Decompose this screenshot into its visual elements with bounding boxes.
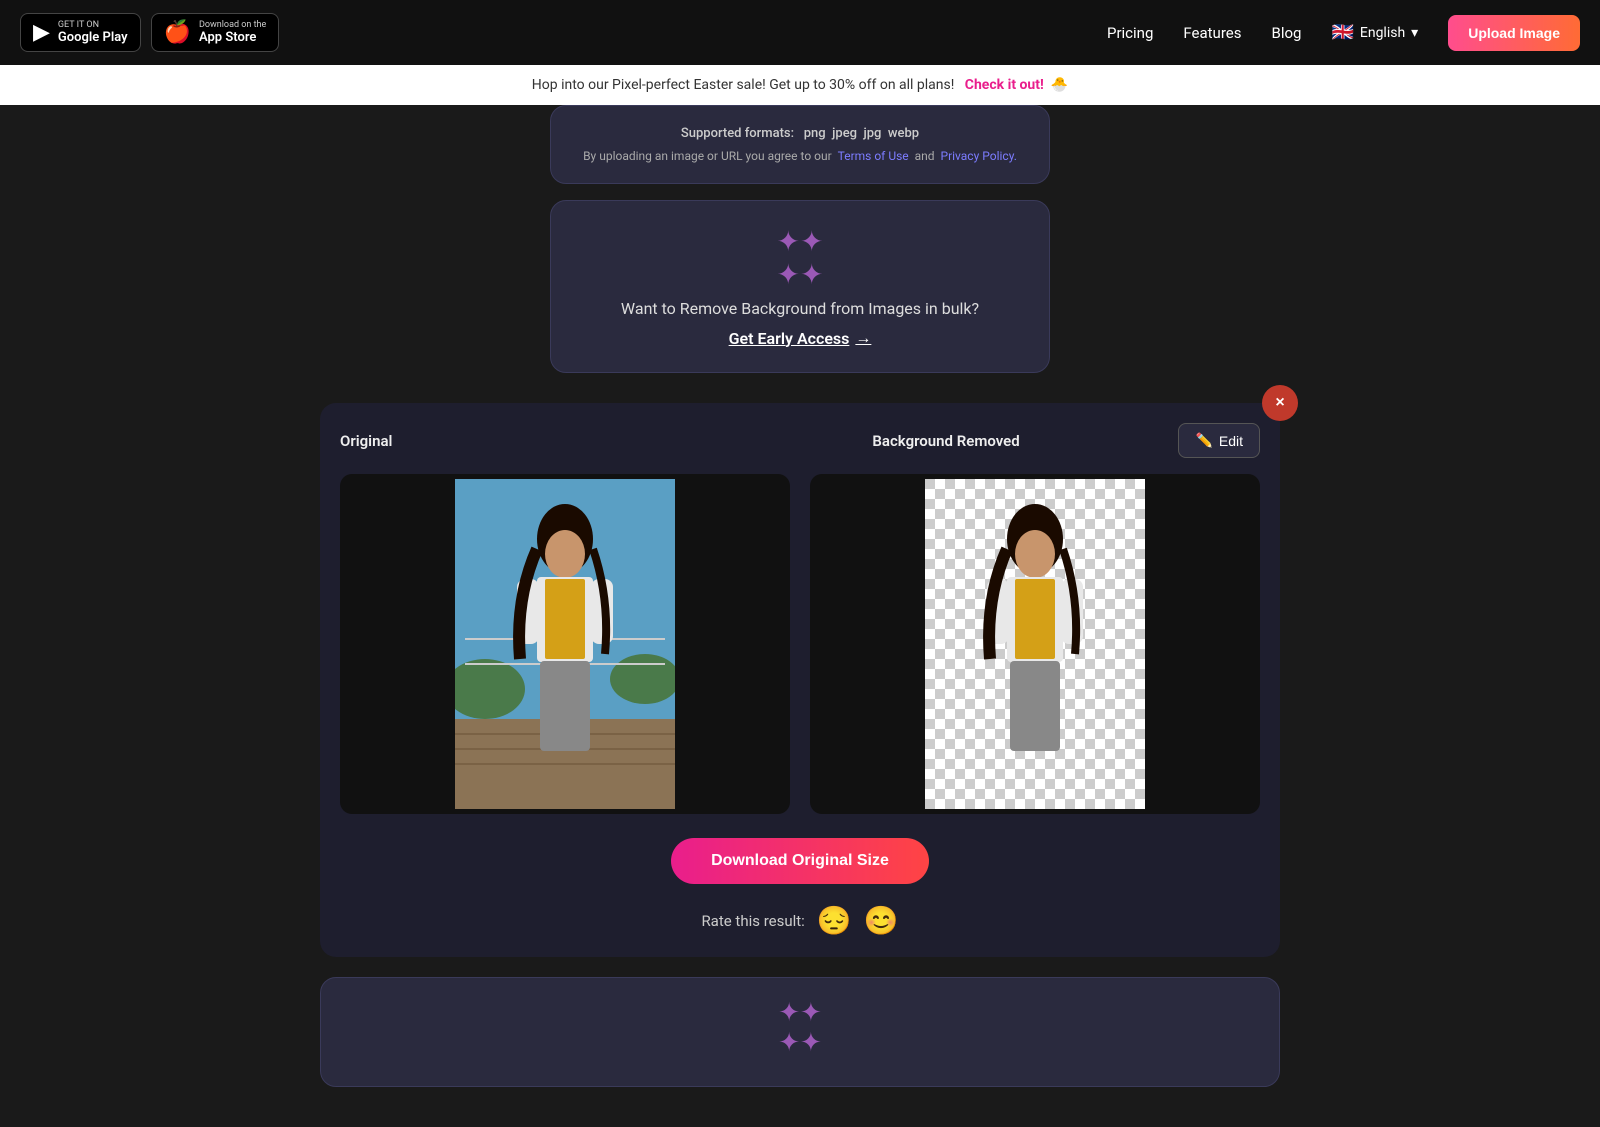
download-section: Download Original Size Rate this result:…	[340, 838, 1260, 937]
early-access-link[interactable]: Get Early Access →	[729, 328, 872, 348]
format-png: png	[804, 126, 826, 141]
promo-cta-link[interactable]: Check it out!	[965, 77, 1044, 93]
blog-link[interactable]: Blog	[1271, 24, 1301, 42]
main-content: Supported formats: png jpeg jpg webp By …	[0, 105, 1600, 1127]
app-store-badge[interactable]: 🍎 Download on the App Store	[151, 13, 280, 52]
navbar: ▶ GET IT ON Google Play 🍎 Download on th…	[0, 0, 1600, 65]
results-labels: Original Background Removed	[340, 432, 1020, 450]
pricing-link[interactable]: Pricing	[1107, 24, 1153, 42]
google-play-icon: ▶	[33, 20, 50, 45]
flag-icon: 🇬🇧	[1331, 22, 1353, 43]
rate-section: Rate this result: 😔 😊	[701, 904, 898, 937]
supported-formats: Supported formats: png jpeg jpg webp	[581, 126, 1019, 141]
removed-bg-image-panel	[810, 474, 1260, 814]
rate-label: Rate this result:	[701, 912, 804, 930]
results-header: Original Background Removed ✏️ Edit	[340, 423, 1260, 458]
terms-of-use-link[interactable]: Terms of Use	[838, 149, 909, 163]
navbar-right: Pricing Features Blog 🇬🇧 English ▾ Uploa…	[1107, 15, 1580, 51]
original-image	[455, 479, 675, 809]
promo-text: Hop into our Pixel-perfect Easter sale! …	[532, 77, 955, 93]
language-label: English	[1360, 25, 1405, 41]
original-image-panel	[340, 474, 790, 814]
background-removed-label: Background Removed	[872, 432, 1019, 450]
images-row	[340, 474, 1260, 814]
privacy-policy-link[interactable]: Privacy Policy.	[941, 149, 1017, 163]
language-selector[interactable]: 🇬🇧 English ▾	[1331, 22, 1418, 43]
terms-text: By uploading an image or URL you agree t…	[581, 149, 1019, 163]
format-jpeg: jpeg	[832, 126, 857, 141]
edit-button[interactable]: ✏️ Edit	[1178, 423, 1260, 458]
close-button[interactable]: ×	[1262, 385, 1298, 421]
format-jpg: jpg	[863, 126, 881, 141]
edit-icon: ✏️	[1195, 432, 1212, 449]
format-webp: webp	[888, 126, 919, 141]
google-play-badge[interactable]: ▶ GET IT ON Google Play	[20, 13, 141, 52]
removed-bg-image	[925, 479, 1145, 809]
upload-image-button[interactable]: Upload Image	[1448, 15, 1580, 51]
bottom-bulk-icon: ✦✦✦✦	[341, 998, 1259, 1058]
promo-banner: Hop into our Pixel-perfect Easter sale! …	[0, 65, 1600, 105]
bulk-icon: ✦✦✦✦	[581, 225, 1019, 291]
app-store-text: Download on the App Store	[199, 20, 266, 45]
features-link[interactable]: Features	[1183, 24, 1241, 42]
bottom-teaser-card: ✦✦✦✦	[320, 977, 1280, 1087]
results-section: × Original Background Removed ✏️ Edit	[320, 403, 1280, 957]
google-play-text: GET IT ON Google Play	[58, 20, 128, 45]
top-card: Supported formats: png jpeg jpg webp By …	[550, 105, 1050, 184]
chevron-down-icon: ▾	[1411, 25, 1418, 41]
sad-rating-button[interactable]: 😔	[817, 904, 852, 937]
bulk-title: Want to Remove Background from Images in…	[581, 299, 1019, 318]
happy-rating-button[interactable]: 😊	[864, 904, 899, 937]
original-label: Original	[340, 432, 392, 450]
apple-icon: 🍎	[164, 20, 191, 45]
navbar-left: ▶ GET IT ON Google Play 🍎 Download on th…	[20, 13, 279, 52]
download-original-size-button[interactable]: Download Original Size	[671, 838, 929, 884]
arrow-icon: →	[855, 328, 871, 348]
bulk-removal-card: ✦✦✦✦ Want to Remove Background from Imag…	[550, 200, 1050, 373]
promo-emoji: 🐣	[1051, 77, 1068, 93]
